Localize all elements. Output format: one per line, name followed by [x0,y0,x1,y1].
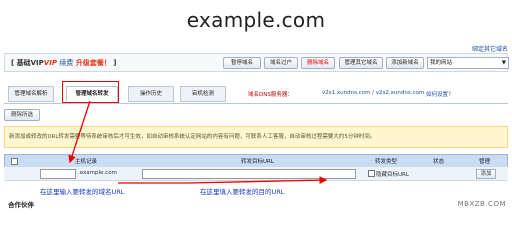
arrow-to-host-field [68,100,91,164]
watermark: MBXZB.COM [457,200,506,208]
annotation-arrows [68,100,328,185]
partners-heading: 合作伙伴 [8,201,34,209]
arrow-to-target-field [187,176,328,185]
